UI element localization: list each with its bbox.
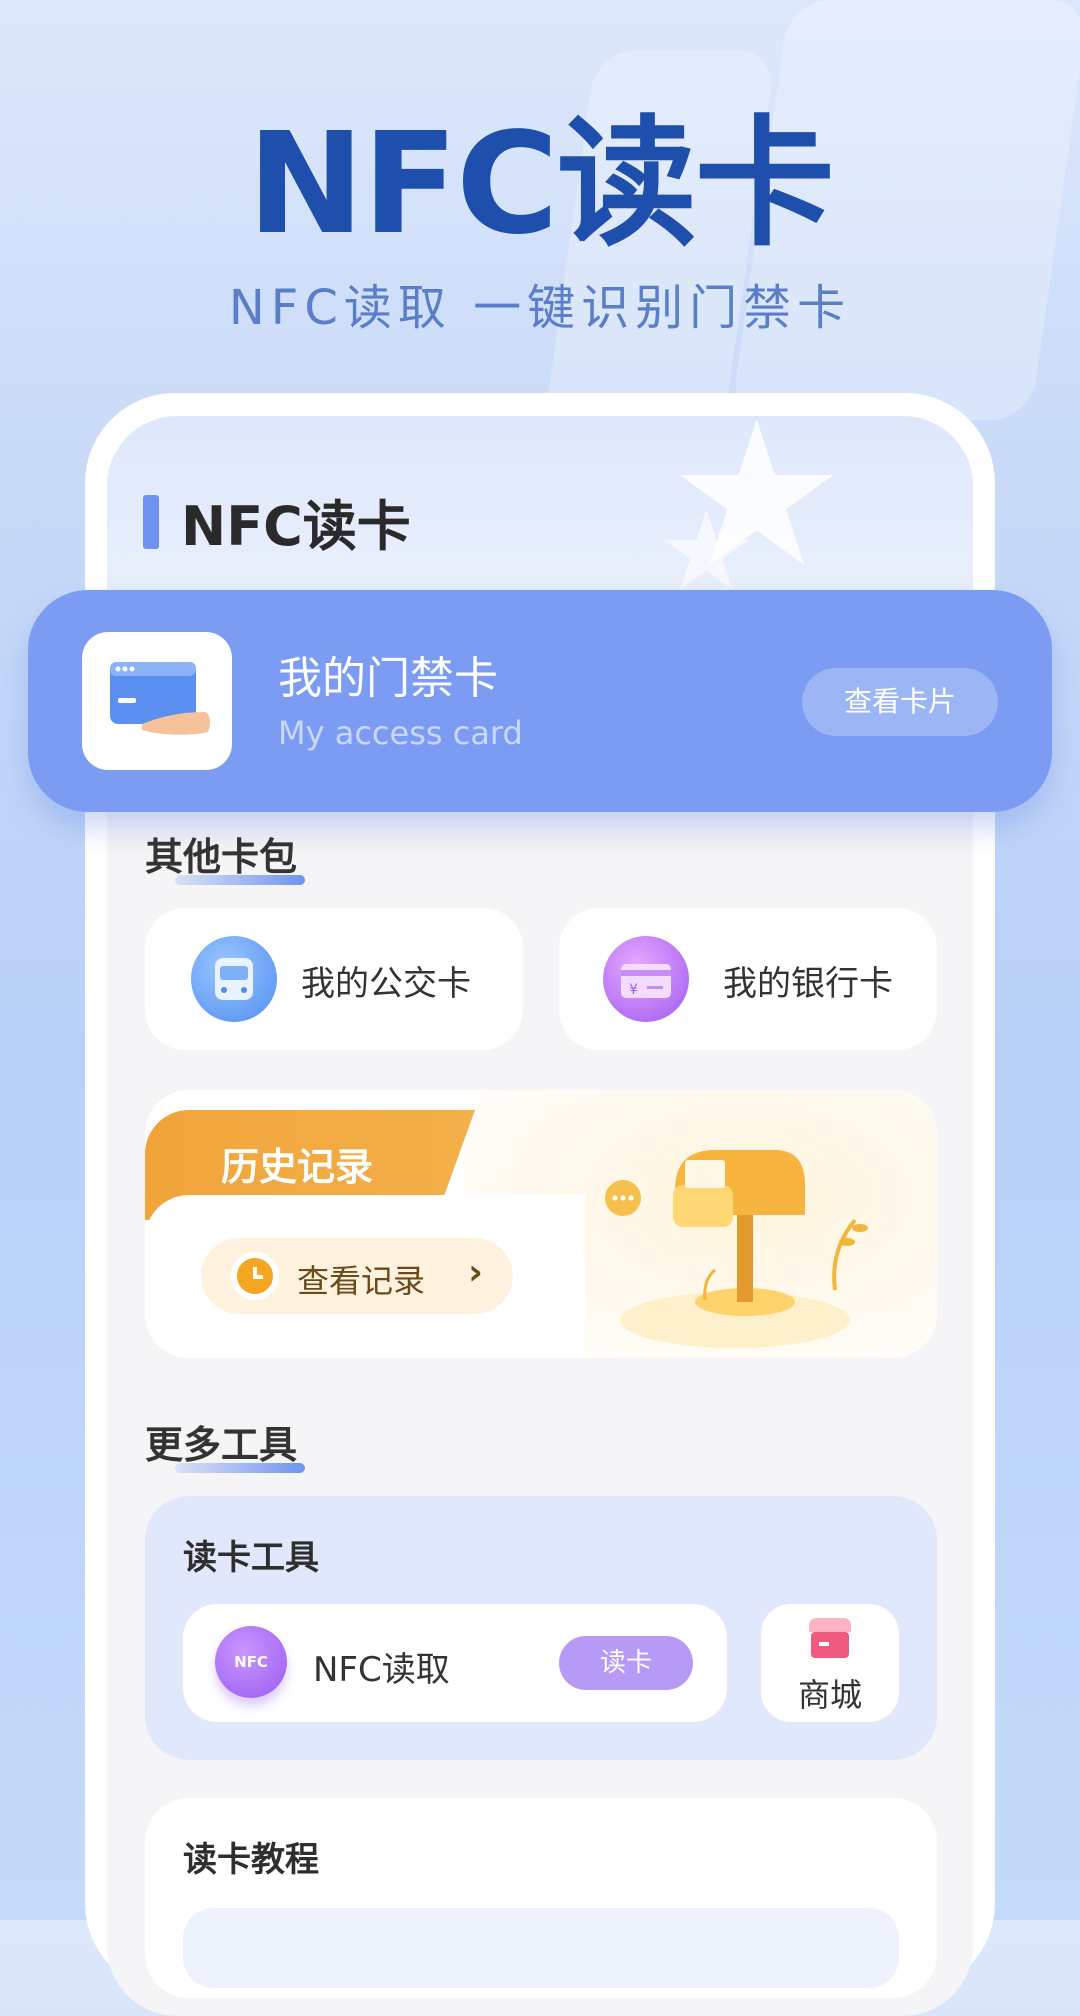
view-history-label: 查看记录 <box>297 1262 426 1300</box>
bank-card-item[interactable]: ¥ 我的银行卡 <box>559 908 937 1050</box>
tutorial-item[interactable] <box>183 1908 899 1988</box>
mailbox-illustration-icon <box>605 1150 868 1348</box>
other-wallets-title-text: 其他卡包 <box>145 835 298 879</box>
more-tools-title-text: 更多工具 <box>145 1423 298 1467</box>
access-card-subtitle: My access card <box>278 714 523 752</box>
history-card: 历史记录 查看记录 › <box>145 1090 937 1358</box>
chevron-right-icon: › <box>468 1252 483 1293</box>
tutorial-card: 读卡教程 <box>145 1798 937 1998</box>
shop-label: 商城 <box>797 1676 862 1714</box>
tutorial-title: 读卡教程 <box>183 1840 319 1880</box>
history-title: 历史记录 <box>221 1145 374 1189</box>
access-card-title: 我的门禁卡 <box>278 653 498 704</box>
reader-tools-title: 读卡工具 <box>183 1538 319 1578</box>
bus-card-item[interactable]: 我的公交卡 <box>145 908 523 1050</box>
hero-subtitle: NFC读取 一键识别门禁卡 <box>228 280 852 336</box>
view-history-button[interactable]: 查看记录 › <box>201 1238 513 1314</box>
nfc-icon: NFC <box>215 1626 287 1698</box>
nfc-read-label: NFC读取 <box>313 1650 450 1690</box>
bus-icon <box>191 936 277 1022</box>
section-accent-bar <box>143 494 159 549</box>
reader-tools-panel: 读卡工具 NFC NFC读取 读卡 商城 <box>145 1496 937 1760</box>
title-underline <box>175 1463 305 1473</box>
shop-button[interactable]: 商城 <box>761 1604 899 1722</box>
shop-icon <box>809 1618 851 1658</box>
hero-title: NFC读卡 <box>247 103 835 266</box>
section-title: NFC读卡 <box>181 495 411 558</box>
bank-card-label: 我的银行卡 <box>723 964 893 1004</box>
svg-text:¥: ¥ <box>629 982 638 998</box>
nfc-read-row[interactable]: NFC NFC读取 读卡 <box>183 1604 727 1722</box>
title-underline <box>175 875 305 885</box>
view-card-button[interactable]: 查看卡片 <box>802 668 998 736</box>
bank-card-icon: ¥ <box>603 936 689 1022</box>
access-card-icon <box>82 632 232 770</box>
more-tools-title: 更多工具 <box>145 1414 305 1473</box>
clock-icon <box>231 1252 279 1300</box>
read-card-button[interactable]: 读卡 <box>559 1636 693 1690</box>
other-wallets-title: 其他卡包 <box>145 826 305 885</box>
section-header: NFC读卡 <box>143 482 411 561</box>
bus-card-label: 我的公交卡 <box>301 964 471 1004</box>
access-card-banner[interactable]: 我的门禁卡 My access card 查看卡片 <box>28 590 1052 812</box>
